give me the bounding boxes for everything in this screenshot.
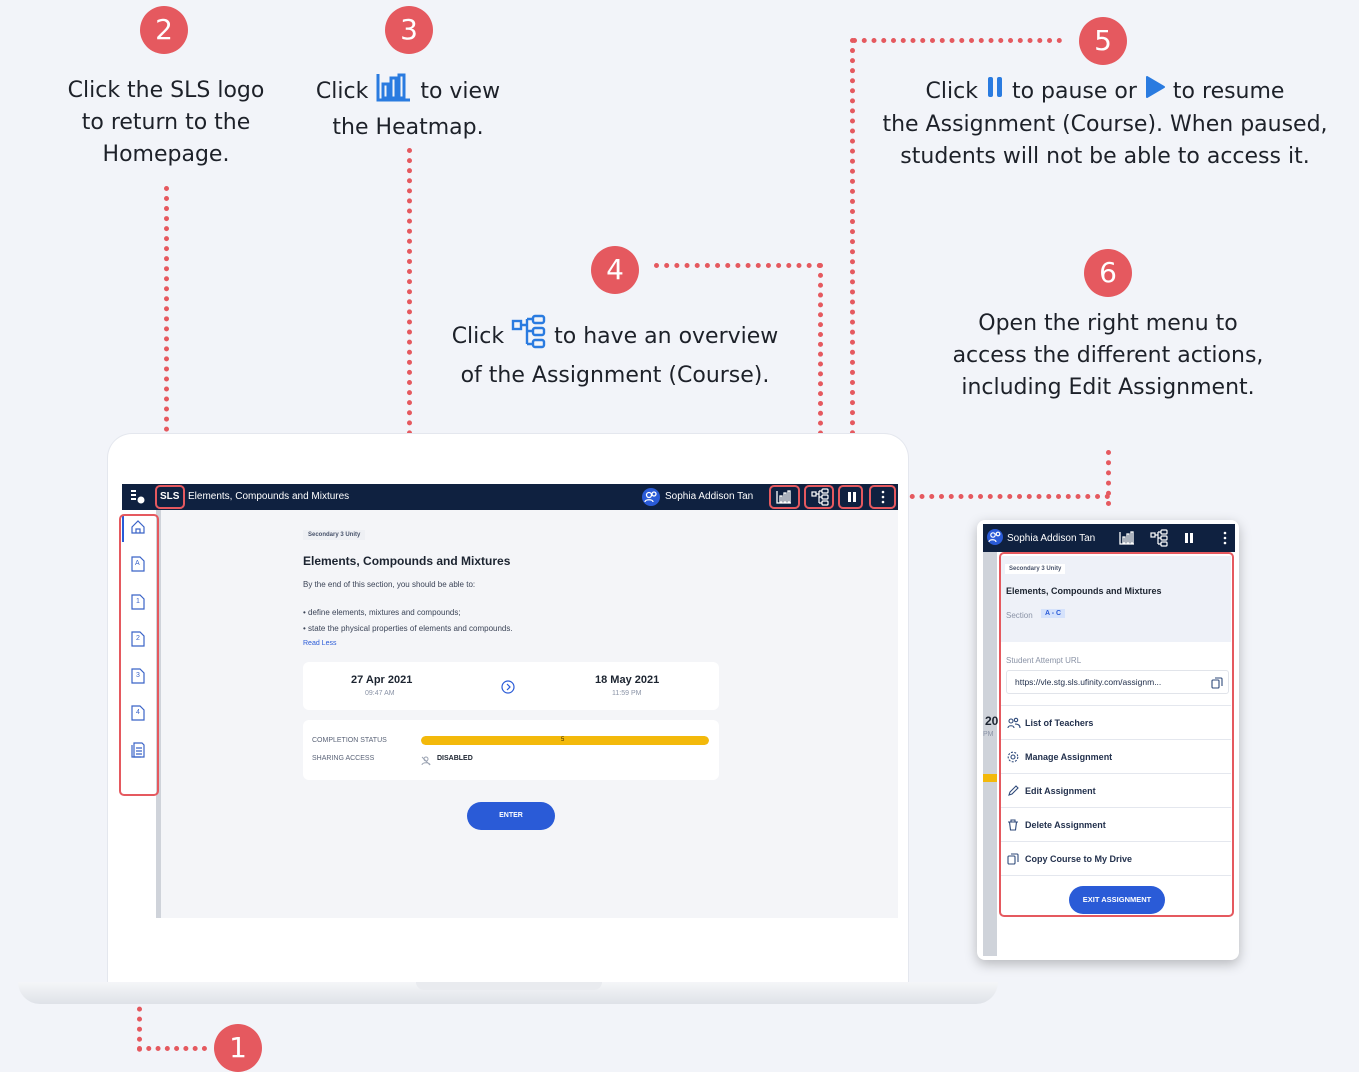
enter-button-label: ENTER	[499, 812, 523, 819]
callout-3-post: to view	[420, 79, 501, 104]
panel-left-strip	[983, 552, 997, 956]
highlight-overview	[804, 485, 834, 509]
read-less-link[interactable]: Read Less	[303, 640, 336, 647]
objective-2: • state the physical properties of eleme…	[303, 624, 513, 633]
sharing-label: SHARING ACCESS	[312, 755, 375, 762]
connector-3	[407, 148, 418, 466]
panel-user-name: Sophia Addison Tan	[1007, 533, 1096, 544]
step-badge-2: 2	[140, 6, 188, 54]
enter-button[interactable]: ENTER	[467, 802, 555, 830]
connector-6	[1106, 450, 1117, 506]
arrow-right-icon	[501, 680, 515, 694]
sharing-value: DISABLED	[437, 755, 473, 762]
step-badge-3: 3	[385, 6, 433, 54]
connector-4-h	[654, 263, 822, 274]
callout-4-text: Click to have an overview of the Assignm…	[430, 314, 800, 392]
connector-5-h	[852, 38, 1062, 49]
panel-heatmap-button[interactable]	[1119, 531, 1135, 545]
step-badge-5: 5	[1079, 17, 1127, 65]
start-date: 27 Apr 2021	[351, 674, 413, 686]
highlight-right-menu	[999, 552, 1234, 917]
callout-5-text: Click to pause or to resume the Assignme…	[870, 75, 1340, 173]
callout-4-pre: Click	[451, 324, 505, 349]
callout-5-post: to resume	[1172, 79, 1285, 104]
end-time: 11:59 PM	[612, 690, 642, 697]
heatmap-icon	[375, 72, 413, 112]
pause-icon	[985, 75, 1005, 109]
main-content: Secondary 3 Unity Elements, Compounds an…	[161, 510, 898, 918]
step-badge-4: 4	[591, 246, 639, 294]
date-card: 27 Apr 2021 09:47 AM 18 May 2021 11:59 P…	[303, 662, 719, 710]
callout-5-mid: to pause or	[1011, 79, 1137, 104]
panel-more-menu-button[interactable]	[1222, 531, 1228, 545]
objective-2-text: state the physical properties of element…	[308, 624, 513, 633]
callout-6-line3: including Edit Assignment.	[961, 375, 1255, 400]
highlight-sidebar	[119, 514, 159, 796]
status-card: COMPLETION STATUS 5 SHARING ACCESS DISAB…	[303, 720, 719, 780]
objective-1: • define elements, mixtures and compound…	[303, 608, 461, 617]
callout-6-line1: Open the right menu to	[978, 311, 1238, 336]
highlight-heatmap	[769, 485, 800, 509]
highlight-sls-logo	[155, 485, 185, 509]
connector-6-h	[900, 494, 1110, 505]
callout-2-text: Click the SLS logo to return to the Home…	[67, 78, 265, 167]
callout-4-post: to have an overview	[554, 324, 779, 349]
panel-overview-button[interactable]	[1150, 529, 1168, 547]
step-badge-1: 1	[214, 1024, 262, 1072]
callout-6-line2: access the different actions,	[952, 343, 1264, 368]
connector-1-h	[137, 1046, 207, 1057]
step-badge-6: 6	[1084, 249, 1132, 297]
user-name: Sophia Addison Tan	[665, 491, 754, 502]
callout-5-pre: Click	[925, 79, 978, 104]
callout-3-pre: Click	[315, 79, 369, 104]
panel-top-bar: Sophia Addison Tan	[983, 524, 1235, 552]
callout-3-text: Click to view the Heatmap.	[300, 72, 516, 144]
intro-text: By the end of this section, you should b…	[303, 580, 476, 589]
completion-value: 5	[561, 737, 565, 743]
objective-1-text: define elements, mixtures and compounds;	[308, 608, 461, 617]
overview-tree-icon	[511, 314, 547, 360]
laptop-notch	[416, 982, 602, 990]
completion-bar-fill	[421, 736, 709, 745]
highlight-pause	[838, 485, 863, 509]
panel-peek-suffix: PM	[983, 731, 994, 738]
panel-user-avatar	[987, 529, 1003, 545]
callout-5-line3: students will not be able to access it.	[900, 144, 1310, 169]
sharing-disabled-icon	[421, 753, 431, 766]
menu-grid-icon[interactable]	[131, 490, 145, 504]
connector-5	[850, 38, 861, 486]
panel-pause-button[interactable]	[1185, 533, 1193, 543]
course-title: Elements, Compounds and Mixtures	[188, 491, 350, 502]
callout-6-text: Open the right menu to access the differ…	[930, 308, 1286, 404]
page-title: Elements, Compounds and Mixtures	[303, 554, 511, 568]
start-time: 09:47 AM	[365, 690, 395, 697]
play-icon	[1144, 75, 1166, 109]
completion-label: COMPLETION STATUS	[312, 737, 387, 744]
panel-peek-number: 20	[985, 714, 999, 728]
callout-4-line2: of the Assignment (Course).	[460, 363, 770, 388]
laptop-screen: SLS Elements, Compounds and Mixtures Sop…	[122, 484, 898, 918]
callout-5-line2: the Assignment (Course). When paused,	[882, 112, 1328, 137]
end-date: 18 May 2021	[595, 674, 660, 686]
panel-peek-progress	[983, 774, 997, 782]
callout-3-line2: the Heatmap.	[332, 115, 484, 140]
completion-bar: 5	[421, 736, 709, 745]
highlight-more-menu	[869, 485, 896, 509]
user-avatar	[642, 488, 660, 506]
class-tag: Secondary 3 Unity	[303, 530, 366, 540]
